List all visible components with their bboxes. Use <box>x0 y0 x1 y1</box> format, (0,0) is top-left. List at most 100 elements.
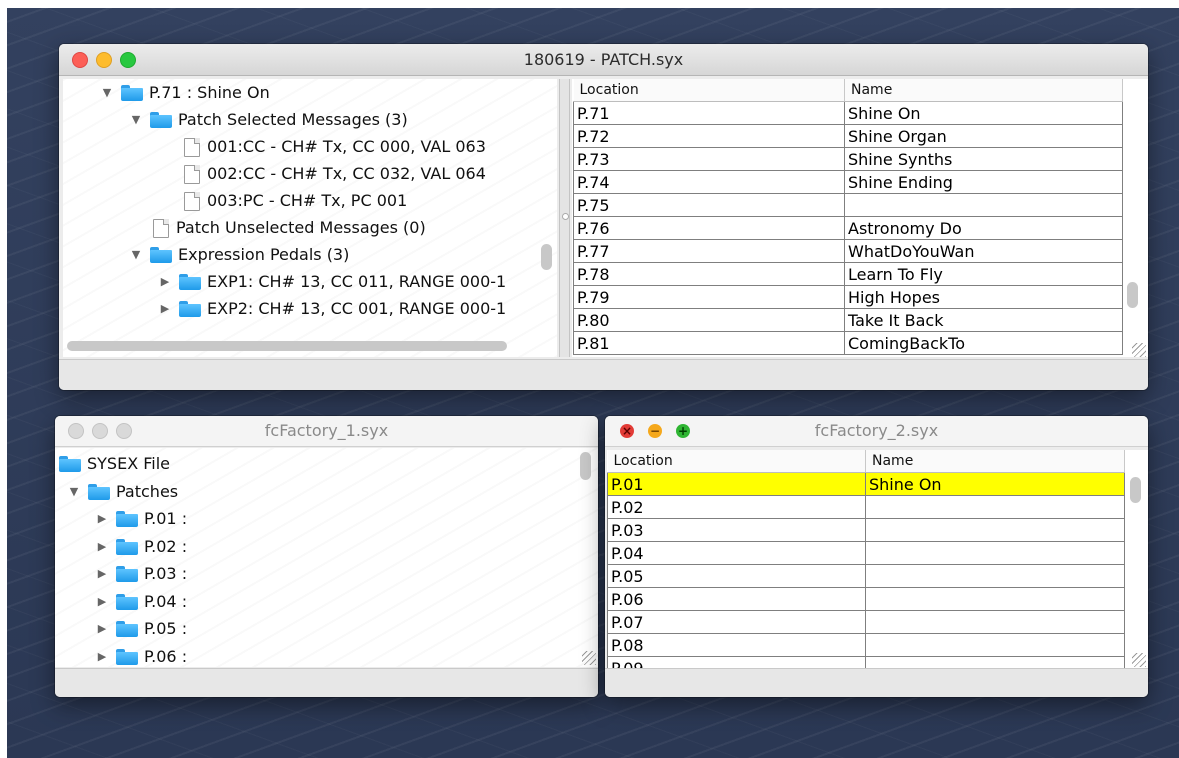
tree-node[interactable]: ▼ Patch Selected Messages (3) <box>63 106 557 133</box>
name-cell[interactable]: Learn To Fly <box>844 262 1123 286</box>
name-cell[interactable]: Shine Ending <box>844 170 1123 194</box>
table-row[interactable]: P.02 <box>607 495 1125 519</box>
disclosure-expanded-icon[interactable]: ▼ <box>101 79 113 106</box>
tree-horizontal-scrollbar[interactable] <box>67 341 507 351</box>
location-cell[interactable]: P.75 <box>573 193 845 217</box>
factory1-tree-pane[interactable]: SYSEX File ▼ Patches ▶ P.01 : ▶ P.02 : ▶ P.03 : ▶… <box>55 448 598 667</box>
tree-node[interactable]: ▶ P.06 : <box>55 643 598 668</box>
resize-grip-icon[interactable] <box>1132 653 1146 667</box>
table-row[interactable]: P.07 <box>607 610 1125 634</box>
table-row[interactable]: P.76 Astronomy Do <box>573 216 1123 240</box>
name-cell[interactable] <box>865 564 1125 588</box>
table-vertical-scrollbar[interactable] <box>1127 282 1138 308</box>
table-row[interactable]: P.06 <box>607 587 1125 611</box>
location-cell[interactable]: P.73 <box>573 147 845 171</box>
disclosure-collapsed-icon[interactable]: ▶ <box>96 560 108 587</box>
location-cell[interactable]: P.72 <box>573 124 845 148</box>
location-cell[interactable]: P.81 <box>573 331 845 355</box>
name-cell[interactable] <box>865 633 1125 657</box>
tree-vertical-scrollbar[interactable] <box>580 452 591 480</box>
name-cell[interactable]: High Hopes <box>844 285 1123 309</box>
name-cell[interactable] <box>865 587 1125 611</box>
name-cell[interactable]: WhatDoYouWan <box>844 239 1123 263</box>
location-cell[interactable]: P.74 <box>573 170 845 194</box>
name-cell[interactable] <box>865 656 1125 668</box>
tree-node[interactable]: SYSEX File <box>55 450 598 477</box>
location-cell[interactable]: P.02 <box>607 495 866 519</box>
disclosure-collapsed-icon[interactable]: ▶ <box>96 643 108 668</box>
column-header-location[interactable]: Location <box>607 450 866 473</box>
table-row[interactable]: P.09 <box>607 656 1125 668</box>
table-row[interactable]: P.77 WhatDoYouWan <box>573 239 1123 263</box>
table-row[interactable]: P.01 Shine On <box>607 472 1125 496</box>
name-cell[interactable]: Shine Synths <box>844 147 1123 171</box>
location-cell[interactable]: P.08 <box>607 633 866 657</box>
name-cell[interactable]: ComingBackTo <box>844 331 1123 355</box>
location-cell[interactable]: P.04 <box>607 541 866 565</box>
disclosure-expanded-icon[interactable]: ▼ <box>130 241 142 268</box>
name-cell[interactable] <box>865 495 1125 519</box>
name-cell[interactable] <box>844 193 1123 217</box>
location-cell[interactable]: P.77 <box>573 239 845 263</box>
location-cell[interactable]: P.79 <box>573 285 845 309</box>
tree-node[interactable]: 003:PC - CH# Tx, PC 001 <box>63 187 557 214</box>
location-cell[interactable]: P.07 <box>607 610 866 634</box>
tree-node[interactable]: ▶ EXP1: CH# 13, CC 011, RANGE 000-1 <box>63 268 557 295</box>
table-vertical-scrollbar[interactable] <box>1130 477 1141 503</box>
name-cell[interactable]: Take It Back <box>844 308 1123 332</box>
disclosure-expanded-icon[interactable]: ▼ <box>130 106 142 133</box>
name-cell[interactable]: Shine On <box>865 472 1125 496</box>
table-row[interactable]: P.75 <box>573 193 1123 217</box>
name-cell[interactable] <box>865 541 1125 565</box>
disclosure-collapsed-icon[interactable]: ▶ <box>96 588 108 615</box>
factory2-titlebar[interactable]: × − + fcFactory_2.syx <box>605 416 1148 447</box>
table-row[interactable]: P.78 Learn To Fly <box>573 262 1123 286</box>
table-row[interactable]: P.81 ComingBackTo <box>573 331 1123 355</box>
table-row[interactable]: P.71 Shine On <box>573 101 1123 125</box>
resize-grip-icon[interactable] <box>1132 343 1146 357</box>
table-row[interactable]: P.72 Shine Organ <box>573 124 1123 148</box>
factory2-table-pane[interactable]: Location Name P.01 Shine On P.02 P.03 P.04 P.… <box>607 450 1148 668</box>
column-header-name[interactable]: Name <box>844 79 1123 102</box>
table-row[interactable]: P.80 Take It Back <box>573 308 1123 332</box>
location-cell[interactable]: P.01 <box>607 472 866 496</box>
location-cell[interactable]: P.80 <box>573 308 845 332</box>
tree-vertical-scrollbar[interactable] <box>541 244 552 270</box>
table-row[interactable]: P.05 <box>607 564 1125 588</box>
tree-node[interactable]: ▶ EXP2: CH# 13, CC 001, RANGE 000-1 <box>63 295 557 322</box>
tree-node[interactable]: ▼ P.71 : Shine On <box>63 79 557 106</box>
table-row[interactable]: P.04 <box>607 541 1125 565</box>
name-cell[interactable]: Shine Organ <box>844 124 1123 148</box>
tree-node[interactable]: ▶ P.02 : <box>55 533 598 560</box>
tree-node[interactable]: ▶ P.04 : <box>55 588 598 615</box>
tree-node[interactable]: 001:CC - CH# Tx, CC 000, VAL 063 <box>63 133 557 160</box>
factory1-titlebar[interactable]: fcFactory_1.syx <box>55 416 598 447</box>
patch-window-titlebar[interactable]: 180619 - PATCH.syx <box>59 44 1148 76</box>
resize-grip-icon[interactable] <box>582 651 596 665</box>
disclosure-collapsed-icon[interactable]: ▶ <box>159 295 171 322</box>
table-row[interactable]: P.73 Shine Synths <box>573 147 1123 171</box>
table-row[interactable]: P.03 <box>607 518 1125 542</box>
name-cell[interactable]: Shine On <box>844 101 1123 125</box>
name-cell[interactable]: Astronomy Do <box>844 216 1123 240</box>
tree-node[interactable]: ▶ P.01 : <box>55 505 598 532</box>
patch-tree-pane[interactable]: ▼ P.71 : Shine On ▼ Patch Selected Messages… <box>63 79 557 357</box>
table-row[interactable]: P.79 High Hopes <box>573 285 1123 309</box>
location-cell[interactable]: P.05 <box>607 564 866 588</box>
tree-node[interactable]: ▼ Patches <box>55 478 598 505</box>
split-pane-divider[interactable] <box>559 79 570 357</box>
location-cell[interactable]: P.71 <box>573 101 845 125</box>
disclosure-collapsed-icon[interactable]: ▶ <box>96 533 108 560</box>
disclosure-collapsed-icon[interactable]: ▶ <box>159 268 171 295</box>
patch-table-pane[interactable]: Location Name P.71 Shine On P.72 Shine Orga… <box>572 79 1148 357</box>
location-cell[interactable]: P.03 <box>607 518 866 542</box>
location-cell[interactable]: P.76 <box>573 216 845 240</box>
name-cell[interactable] <box>865 518 1125 542</box>
tree-node[interactable]: Patch Unselected Messages (0) <box>63 214 557 241</box>
column-header-location[interactable]: Location <box>573 79 845 102</box>
table-row[interactable]: P.74 Shine Ending <box>573 170 1123 194</box>
column-header-name[interactable]: Name <box>865 450 1125 473</box>
location-cell[interactable]: P.06 <box>607 587 866 611</box>
tree-node[interactable]: 002:CC - CH# Tx, CC 032, VAL 064 <box>63 160 557 187</box>
location-cell[interactable]: P.78 <box>573 262 845 286</box>
